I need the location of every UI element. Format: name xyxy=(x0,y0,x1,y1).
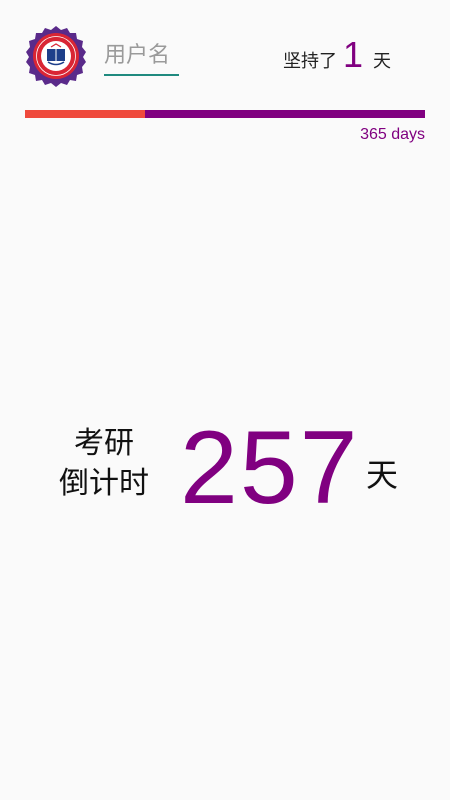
progress-bar-fill xyxy=(25,110,145,118)
progress-label: 365 days xyxy=(360,126,425,143)
countdown-label-line1: 考研 xyxy=(74,426,134,461)
persist-prefix-label: 坚持了 xyxy=(283,51,337,72)
school-emblem-logo xyxy=(25,25,87,87)
persist-counter: 坚持了 1 天 xyxy=(283,34,391,78)
countdown-label-line2: 倒计时 xyxy=(59,466,149,501)
username-input[interactable] xyxy=(104,36,179,76)
countdown-label: 考研 倒计时 xyxy=(48,424,160,504)
persist-day-count: 1 xyxy=(343,34,364,75)
progress-bar xyxy=(25,110,425,118)
countdown-unit: 天 xyxy=(366,456,399,494)
countdown-days: 257 xyxy=(180,410,360,526)
persist-suffix-label: 天 xyxy=(373,51,392,72)
